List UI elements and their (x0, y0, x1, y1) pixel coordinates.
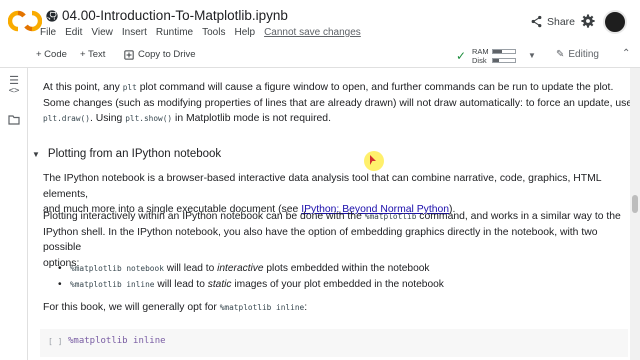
drive-icon (124, 49, 134, 60)
scrollbar[interactable] (630, 68, 640, 360)
scrollbar-thumb[interactable] (632, 195, 638, 213)
editing-mode-button[interactable]: ✎ Editing (556, 49, 599, 60)
toolbar: + Code + Text Copy to Drive ✓ RAM Disk ▼… (0, 44, 640, 68)
notebook-content: At this point, any plt plot command will… (28, 68, 630, 360)
colab-logo[interactable] (8, 10, 42, 32)
ram-bar (492, 49, 516, 54)
menu-help[interactable]: Help (234, 27, 255, 38)
add-text-button[interactable]: + Text (80, 49, 105, 60)
add-code-button[interactable]: + Code (36, 49, 67, 60)
menu-insert[interactable]: Insert (122, 27, 147, 38)
menu-bar: File Edit View Insert Runtime Tools Help… (40, 27, 370, 38)
avatar[interactable] (603, 10, 627, 34)
header: 04.00-Introduction-To-Matplotlib.ipynb F… (0, 0, 640, 44)
left-sidebar: ☰ <> (0, 68, 28, 360)
gear-icon[interactable] (581, 14, 595, 28)
pointer-icon (370, 155, 376, 165)
share-button[interactable]: Share (530, 15, 575, 28)
menu-runtime[interactable]: Runtime (156, 27, 193, 38)
options-list: %matplotlib notebook will lead to intera… (58, 261, 444, 293)
copy-to-drive-label: Copy to Drive (138, 49, 196, 60)
notebook-title[interactable]: 04.00-Introduction-To-Matplotlib.ipynb (62, 8, 288, 23)
pencil-icon: ✎ (556, 49, 565, 60)
chevron-down-icon[interactable]: ▼ (528, 51, 536, 60)
text-cell-paragraph: At this point, any plt plot command will… (43, 82, 630, 124)
share-label: Share (547, 15, 576, 28)
ram-bar-fill (493, 50, 502, 53)
github-icon (46, 10, 58, 22)
section-title: Plotting from an IPython notebook (47, 148, 222, 160)
mouse-cursor-highlight (364, 151, 384, 171)
disk-bar-fill (493, 59, 499, 62)
section-heading[interactable]: ▼ Plotting from an IPython notebook (32, 148, 221, 160)
disk-bar (492, 58, 516, 63)
code-cell-source[interactable]: %matplotlib inline (68, 336, 166, 346)
menu-file[interactable]: File (40, 27, 56, 38)
text-cell-paragraph: For this book, we will generally opt for… (43, 302, 308, 313)
cannot-save-link[interactable]: Cannot save changes (264, 27, 361, 38)
list-item: %matplotlib inline will lead to static i… (58, 277, 444, 293)
menu-tools[interactable]: Tools (202, 27, 225, 38)
disk-label: Disk (472, 56, 487, 65)
list-item: %matplotlib notebook will lead to intera… (58, 261, 444, 277)
editing-label: Editing (568, 49, 599, 60)
resource-indicator[interactable]: ✓ RAM Disk ▼ (456, 46, 536, 66)
collapse-triangle-icon[interactable]: ▼ (32, 150, 40, 159)
share-icon (531, 15, 542, 28)
copy-to-drive-button[interactable]: Copy to Drive (124, 49, 196, 60)
menu-edit[interactable]: Edit (65, 27, 82, 38)
ram-label: RAM (472, 47, 489, 56)
code-snippets-icon[interactable]: <> (7, 86, 21, 100)
code-cell[interactable]: [ ] %matplotlib inline (40, 329, 628, 357)
run-cell-button[interactable]: [ ] (48, 337, 62, 346)
connected-check-icon: ✓ (456, 49, 467, 63)
chevron-up-icon[interactable]: ⌃ (622, 48, 630, 59)
menu-view[interactable]: View (91, 27, 113, 38)
folder-icon[interactable] (7, 114, 21, 128)
